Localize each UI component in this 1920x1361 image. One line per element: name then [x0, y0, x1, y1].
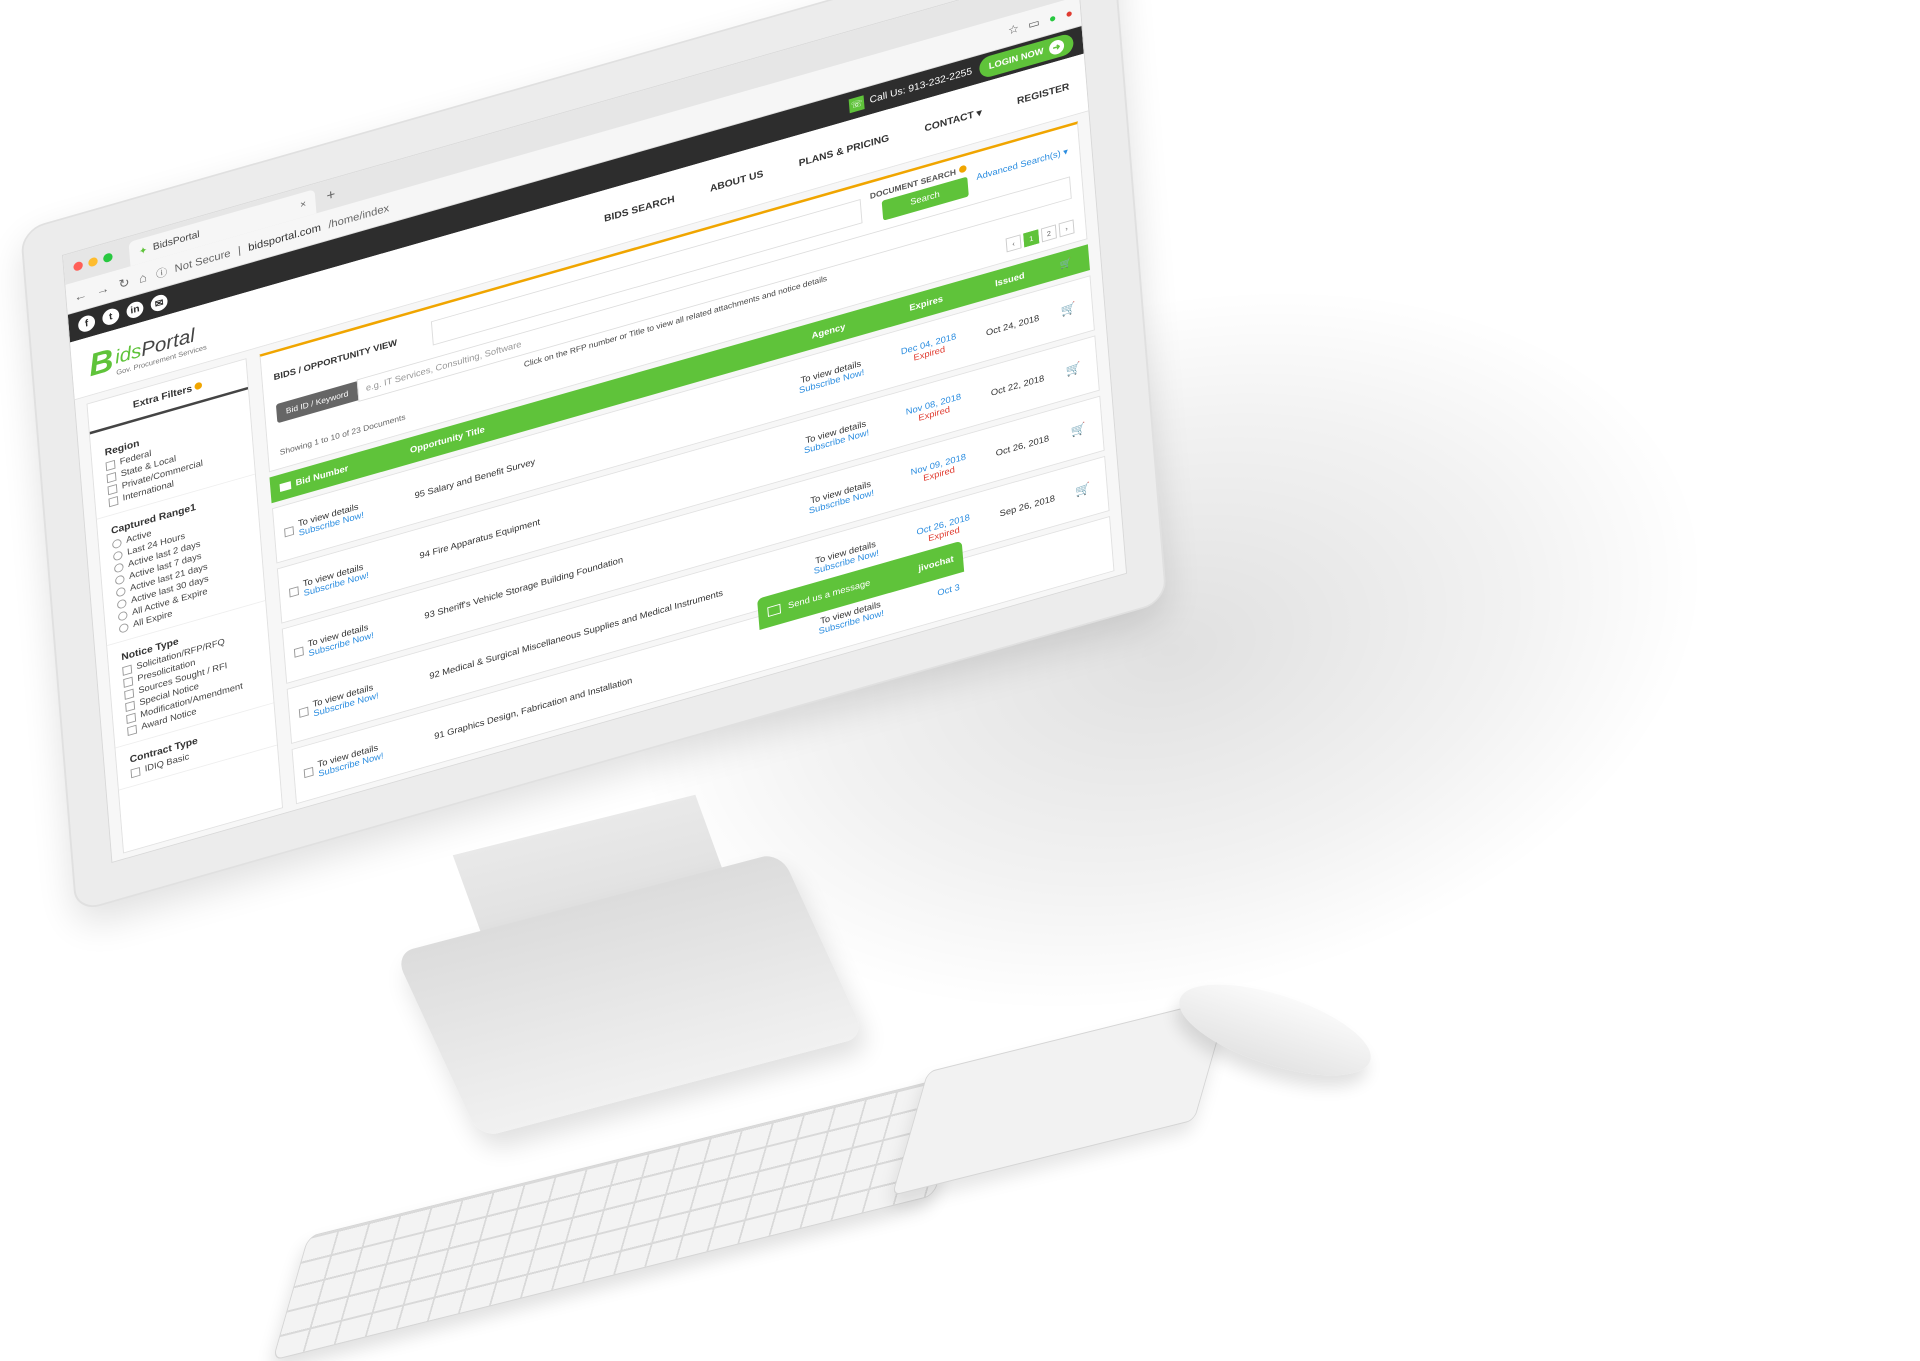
envelope-icon: [767, 603, 782, 617]
checkbox[interactable]: [130, 766, 141, 778]
phone-icon: ☏: [848, 95, 865, 114]
nav-bids-search[interactable]: BIDS SEARCH: [604, 194, 675, 225]
twitter-icon[interactable]: t: [101, 306, 120, 327]
page-2-button[interactable]: 2: [1040, 224, 1057, 243]
issued-cell: Oct 24, 2018: [985, 313, 1040, 338]
checkbox[interactable]: [105, 459, 116, 471]
reload-icon[interactable]: ↻: [118, 274, 130, 292]
back-icon[interactable]: ←: [73, 286, 87, 304]
tab-close-icon[interactable]: ×: [300, 199, 307, 211]
trackpad: [891, 996, 1231, 1196]
expires-cell: Nov 09, 2018 Expired: [896, 448, 981, 491]
expires-cell: Dec 04, 2018 Expired: [886, 328, 971, 371]
close-window-icon[interactable]: [73, 260, 84, 272]
favicon-icon: ✦: [138, 244, 148, 258]
agency-cell: To view details Subscribe Now!: [775, 352, 888, 403]
advanced-search-link[interactable]: Advanced Search(s) ▾: [976, 147, 1068, 183]
bid-cell: To view details Subscribe Now!: [303, 727, 435, 783]
row-checkbox[interactable]: [289, 586, 300, 598]
logo-mark: B: [87, 341, 115, 384]
radio[interactable]: [112, 549, 123, 562]
cart-icon[interactable]: 🛒: [1054, 299, 1083, 321]
row-checkbox[interactable]: [293, 646, 304, 658]
agency-cell: To view details Subscribe Now!: [785, 472, 898, 523]
checkbox[interactable]: [106, 471, 117, 483]
checkbox[interactable]: [123, 676, 134, 688]
monitor-bezel: ✦ BidsPortal × + ← → ↻ ⌂ ⓘ Not Secure |: [20, 0, 1168, 913]
issued-cell: Oct 22, 2018: [990, 373, 1045, 399]
facebook-icon[interactable]: f: [77, 313, 96, 334]
home-icon[interactable]: ⌂: [138, 269, 147, 286]
minimize-window-icon[interactable]: [88, 256, 99, 268]
row-checkbox[interactable]: [303, 766, 314, 779]
arrow-right-icon: ➜: [1048, 38, 1065, 57]
issued-cell: Oct 26, 2018: [995, 433, 1050, 459]
prev-page-button[interactable]: ‹: [1005, 234, 1022, 253]
cart-cell: [1074, 546, 1102, 554]
radio[interactable]: [111, 537, 122, 549]
radio[interactable]: [113, 561, 124, 574]
radio[interactable]: [118, 622, 129, 634]
cast-icon[interactable]: ▭: [1028, 15, 1041, 32]
nav-register[interactable]: REGISTER: [1017, 81, 1070, 107]
checkbox[interactable]: [108, 495, 119, 507]
extension-red-icon[interactable]: ●: [1065, 6, 1073, 22]
expires-cell: Nov 08, 2018 Expired: [891, 388, 976, 431]
extension-green-icon[interactable]: ●: [1048, 11, 1056, 27]
keyboard: [272, 1071, 970, 1361]
nav-contact[interactable]: CONTACT ▾: [924, 106, 982, 134]
checkbox[interactable]: [124, 688, 135, 700]
info-icon[interactable]: ⓘ: [155, 263, 168, 281]
window-controls: [73, 252, 113, 272]
new-tab-button[interactable]: +: [326, 187, 336, 205]
next-page-button[interactable]: ›: [1058, 219, 1075, 238]
agency-cell: To view details Subscribe Now!: [780, 412, 893, 463]
cart-header-icon: 🛒: [1059, 257, 1072, 271]
nav-plans-pricing[interactable]: PLANS & PRICING: [798, 133, 889, 170]
chat-brand: jivochat: [918, 554, 954, 574]
mail-icon: [279, 480, 292, 492]
screen: ✦ BidsPortal × + ← → ↻ ⌂ ⓘ Not Secure |: [62, 0, 1128, 864]
row-checkbox[interactable]: [284, 526, 295, 538]
radio[interactable]: [116, 597, 127, 610]
radio[interactable]: [117, 609, 128, 622]
email-icon[interactable]: ✉: [150, 292, 169, 314]
cart-icon[interactable]: 🛒: [1059, 359, 1088, 381]
checkbox[interactable]: [122, 664, 133, 676]
cart-icon[interactable]: 🛒: [1064, 419, 1093, 441]
info-badge-icon: [958, 164, 967, 174]
maximize-window-icon[interactable]: [102, 252, 113, 264]
checkbox[interactable]: [127, 724, 138, 736]
nav-about-us[interactable]: ABOUT US: [710, 168, 764, 194]
linkedin-icon[interactable]: in: [125, 299, 144, 320]
issued-cell: [990, 554, 1074, 578]
forward-icon[interactable]: →: [96, 280, 110, 298]
page-1-button[interactable]: 1: [1023, 229, 1040, 248]
row-checkbox[interactable]: [298, 706, 309, 718]
checkbox[interactable]: [126, 712, 137, 724]
cart-icon[interactable]: 🛒: [1069, 479, 1098, 501]
checkbox[interactable]: [125, 700, 136, 712]
checkbox[interactable]: [107, 483, 118, 495]
issued-cell: Sep 26, 2018: [999, 493, 1056, 519]
info-badge-icon: [194, 381, 203, 391]
radio[interactable]: [115, 585, 126, 598]
radio[interactable]: [114, 573, 125, 586]
filter-sidebar: Extra Filters Region Federal State & Loc…: [86, 358, 284, 854]
star-icon[interactable]: ☆: [1007, 21, 1019, 38]
